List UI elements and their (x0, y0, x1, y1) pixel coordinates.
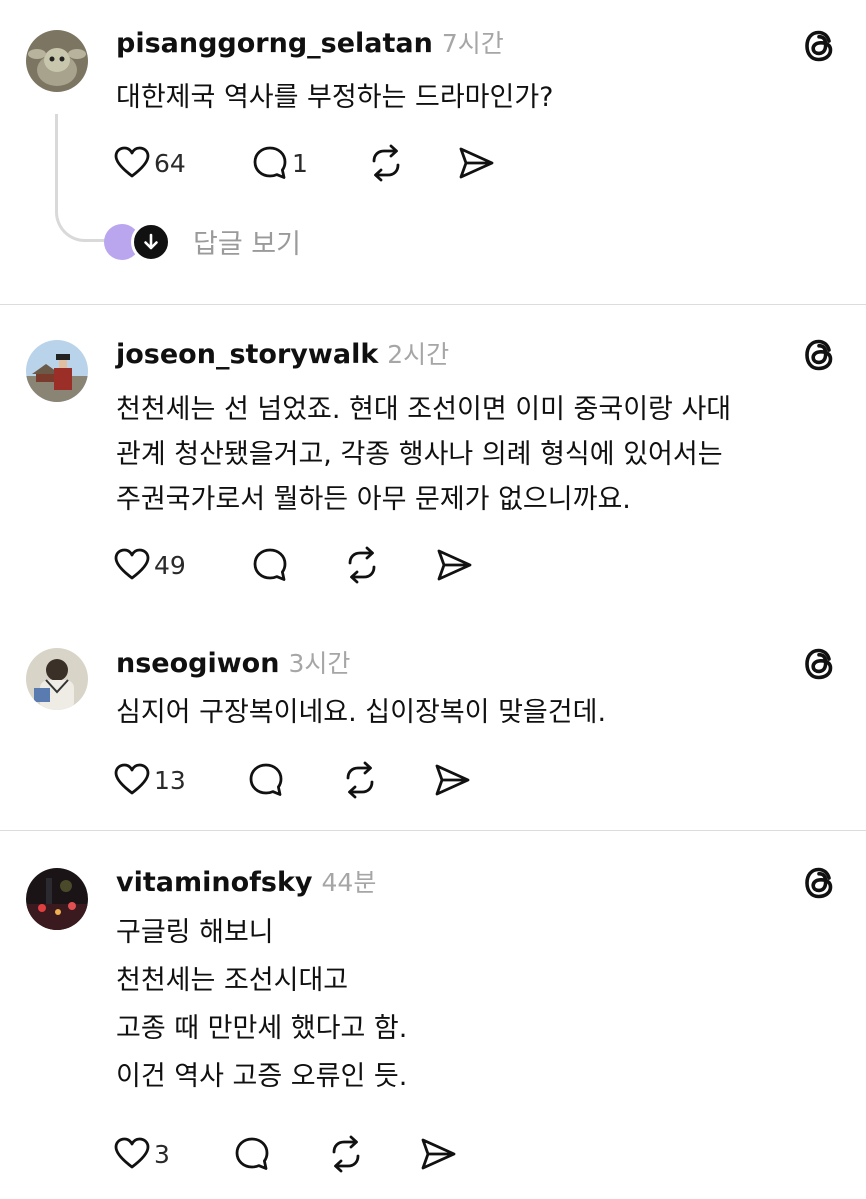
post-header: joseon_storywalk 2시간 (116, 335, 449, 371)
post-1: pisanggorng_selatan 7시간 대한제국 역사를 부정하는 드라… (0, 0, 866, 304)
timestamp: 44분 (321, 868, 377, 897)
username[interactable]: vitaminofsky (116, 867, 313, 898)
repost-button[interactable] (366, 142, 406, 184)
timestamp: 7시간 (441, 29, 504, 58)
like-button[interactable]: 64 (112, 142, 186, 184)
share-button[interactable] (418, 1133, 458, 1175)
comment-bubble-icon (232, 1134, 272, 1174)
heart-icon (112, 143, 152, 183)
repost-icon (342, 545, 382, 585)
repost-button[interactable] (342, 544, 382, 586)
like-count: 49 (154, 550, 186, 580)
timestamp: 2시간 (387, 340, 450, 369)
post-text-line: 천천세는 선 넘었죠. 현대 조선이면 이미 중국이랑 사대 (116, 394, 732, 425)
avatar-vitaminofsky[interactable] (26, 868, 88, 930)
repost-button[interactable] (326, 1133, 366, 1175)
like-count: 13 (154, 765, 186, 795)
post-text: 천천세는 선 넘었죠. 현대 조선이면 이미 중국이랑 사대 관계 청산됐을거고… (116, 387, 836, 522)
post-text-line: 구글링 해보니 (116, 917, 274, 948)
comment-button[interactable]: 1 (250, 142, 308, 184)
post-header: pisanggorng_selatan 7시간 (116, 24, 504, 60)
post-text-line: 관계 청산됐을거고, 각종 행사나 의례 형식에 있어서는 (116, 439, 723, 470)
repost-button[interactable] (340, 759, 380, 801)
post-text-line: 이건 역사 고증 오류인 듯. (116, 1061, 408, 1092)
repost-icon (326, 1134, 366, 1174)
threads-logo-icon[interactable] (800, 863, 840, 903)
post-text-line: 심지어 구장복이네요. 십이장복이 맞을건데. (116, 697, 607, 728)
like-button[interactable]: 13 (112, 759, 186, 801)
avatar-pisanggorng[interactable] (26, 30, 88, 92)
post-text: 심지어 구장복이네요. 십이장복이 맞을건데. (116, 690, 836, 735)
send-icon (456, 143, 496, 183)
post-text-line: 천천세는 조선시대고 (116, 965, 349, 996)
post-text-line: 대한제국 역사를 부정하는 드라마인가? (116, 82, 554, 113)
post-header: vitaminofsky 44분 (116, 863, 376, 899)
arrow-down-icon (131, 222, 171, 262)
like-button[interactable]: 49 (112, 544, 186, 586)
view-replies-link[interactable]: 답글 보기 (193, 222, 301, 261)
comment-button[interactable] (250, 544, 290, 586)
like-count: 3 (154, 1139, 170, 1169)
comment-bubble-icon (250, 143, 290, 183)
username[interactable]: joseon_storywalk (116, 339, 378, 370)
comment-count: 1 (292, 148, 308, 178)
post-2: joseon_storywalk 2시간 천천세는 선 넘었죠. 현대 조선이면… (0, 305, 866, 605)
post-text: 구글링 해보니 천천세는 조선시대고 고종 때 만만세 했다고 함. 이건 역사… (116, 909, 836, 1101)
comment-button[interactable] (232, 1133, 272, 1175)
threads-logo-icon[interactable] (800, 644, 840, 684)
post-4: vitaminofsky 44분 구글링 해보니 천천세는 조선시대고 고종 때… (0, 831, 866, 1199)
thread-connector-line (55, 114, 111, 242)
share-button[interactable] (434, 544, 474, 586)
repost-icon (366, 143, 406, 183)
share-button[interactable] (456, 142, 496, 184)
send-icon (418, 1134, 458, 1174)
comment-bubble-icon (250, 545, 290, 585)
post-text-line: 주권국가로서 뭘하든 아무 문제가 없으니까요. (116, 484, 631, 515)
avatar-joseon-storywalk[interactable] (26, 340, 88, 402)
post-text-line: 고종 때 만만세 했다고 함. (116, 1013, 408, 1044)
threads-logo-icon[interactable] (800, 26, 840, 66)
timestamp: 3시간 (288, 649, 351, 678)
comment-bubble-icon (246, 760, 286, 800)
comment-button[interactable] (246, 759, 286, 801)
heart-icon (112, 1134, 152, 1174)
share-button[interactable] (432, 759, 472, 801)
threads-logo-icon[interactable] (800, 335, 840, 375)
heart-icon (112, 545, 152, 585)
send-icon (434, 545, 474, 585)
like-count: 64 (154, 148, 186, 178)
post-text: 대한제국 역사를 부정하는 드라마인가? (116, 75, 836, 120)
username[interactable]: pisanggorng_selatan (116, 28, 433, 59)
repost-icon (340, 760, 380, 800)
heart-icon (112, 760, 152, 800)
post-3: nseogiwon 3시간 심지어 구장복이네요. 십이장복이 맞을건데. 13 (0, 620, 866, 830)
send-icon (432, 760, 472, 800)
post-header: nseogiwon 3시간 (116, 644, 350, 680)
username[interactable]: nseogiwon (116, 648, 279, 679)
like-button[interactable]: 3 (112, 1133, 170, 1175)
avatar-nseogiwon[interactable] (26, 648, 88, 710)
reply-avatars[interactable] (104, 222, 174, 262)
